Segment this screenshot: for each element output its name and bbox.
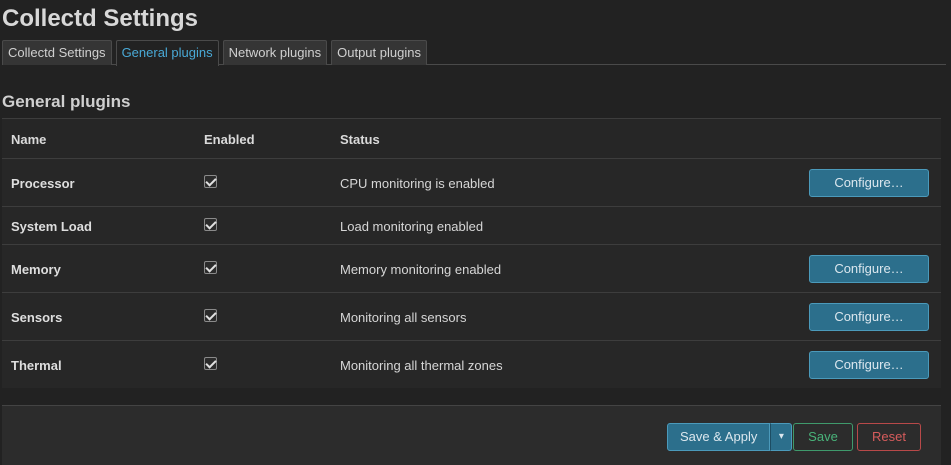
column-header-name: Name [11,132,47,147]
enabled-checkbox[interactable] [204,261,217,277]
enabled-checkbox[interactable] [204,309,217,325]
plugin-status: Load monitoring enabled [340,219,484,234]
enabled-checkbox[interactable] [204,218,217,234]
table-row-system-load: System Load Load monitoring enabled [2,206,941,244]
save-apply-button[interactable]: Save & Apply [667,423,771,451]
plugin-status: Memory monitoring enabled [340,262,502,277]
reset-button[interactable]: Reset [857,423,921,451]
enabled-checkbox[interactable] [204,357,217,373]
checkmark-icon[interactable] [204,175,217,188]
tab-general-plugins[interactable]: General plugins [115,40,219,66]
plugin-name: Processor [11,176,75,191]
save-apply-group: Save & Apply ▾ [667,423,793,451]
page-title: Collectd Settings [2,5,199,32]
enabled-checkbox[interactable] [204,175,217,191]
plugin-name: Sensors [11,310,63,325]
tab-output-plugins[interactable]: Output plugins [331,40,427,65]
configure-button-processor[interactable]: Configure… [809,169,929,197]
tab-collectd-settings[interactable]: Collectd Settings [2,40,112,65]
table-row-sensors: Sensors Monitoring all sensors Configure… [2,292,941,340]
column-header-status: Status [340,132,380,147]
column-header-enabled: Enabled [204,132,255,147]
plugin-name: Memory [11,262,61,277]
checkmark-icon[interactable] [204,218,217,231]
table-row-processor: Processor CPU monitoring is enabled Conf… [2,158,941,206]
table-header-row: Name Enabled Status [2,118,941,158]
plugin-status: CPU monitoring is enabled [340,176,495,191]
configure-button-thermal[interactable]: Configure… [809,351,929,379]
table-row-thermal: Thermal Monitoring all thermal zones Con… [2,340,941,388]
section-title: General plugins [2,92,131,111]
plugin-name: System Load [11,219,92,234]
plugins-table: Name Enabled Status Processor CPU monito… [2,118,941,388]
plugin-status: Monitoring all thermal zones [340,358,503,373]
configure-button-sensors[interactable]: Configure… [809,303,929,331]
tab-network-plugins[interactable]: Network plugins [222,40,328,65]
checkmark-icon[interactable] [204,357,217,370]
save-button[interactable]: Save [793,423,853,451]
plugin-status: Monitoring all sensors [340,310,467,325]
configure-button-memory[interactable]: Configure… [809,255,929,283]
tab-bar: Collectd Settings General plugins Networ… [2,40,946,66]
table-row-memory: Memory Memory monitoring enabled Configu… [2,244,941,292]
caret-down-icon[interactable]: ▾ [770,423,793,451]
checkmark-icon[interactable] [204,261,217,274]
action-footer: Save & Apply ▾ Save Reset [2,405,941,465]
checkmark-icon[interactable] [204,309,217,322]
plugin-name: Thermal [11,358,62,373]
